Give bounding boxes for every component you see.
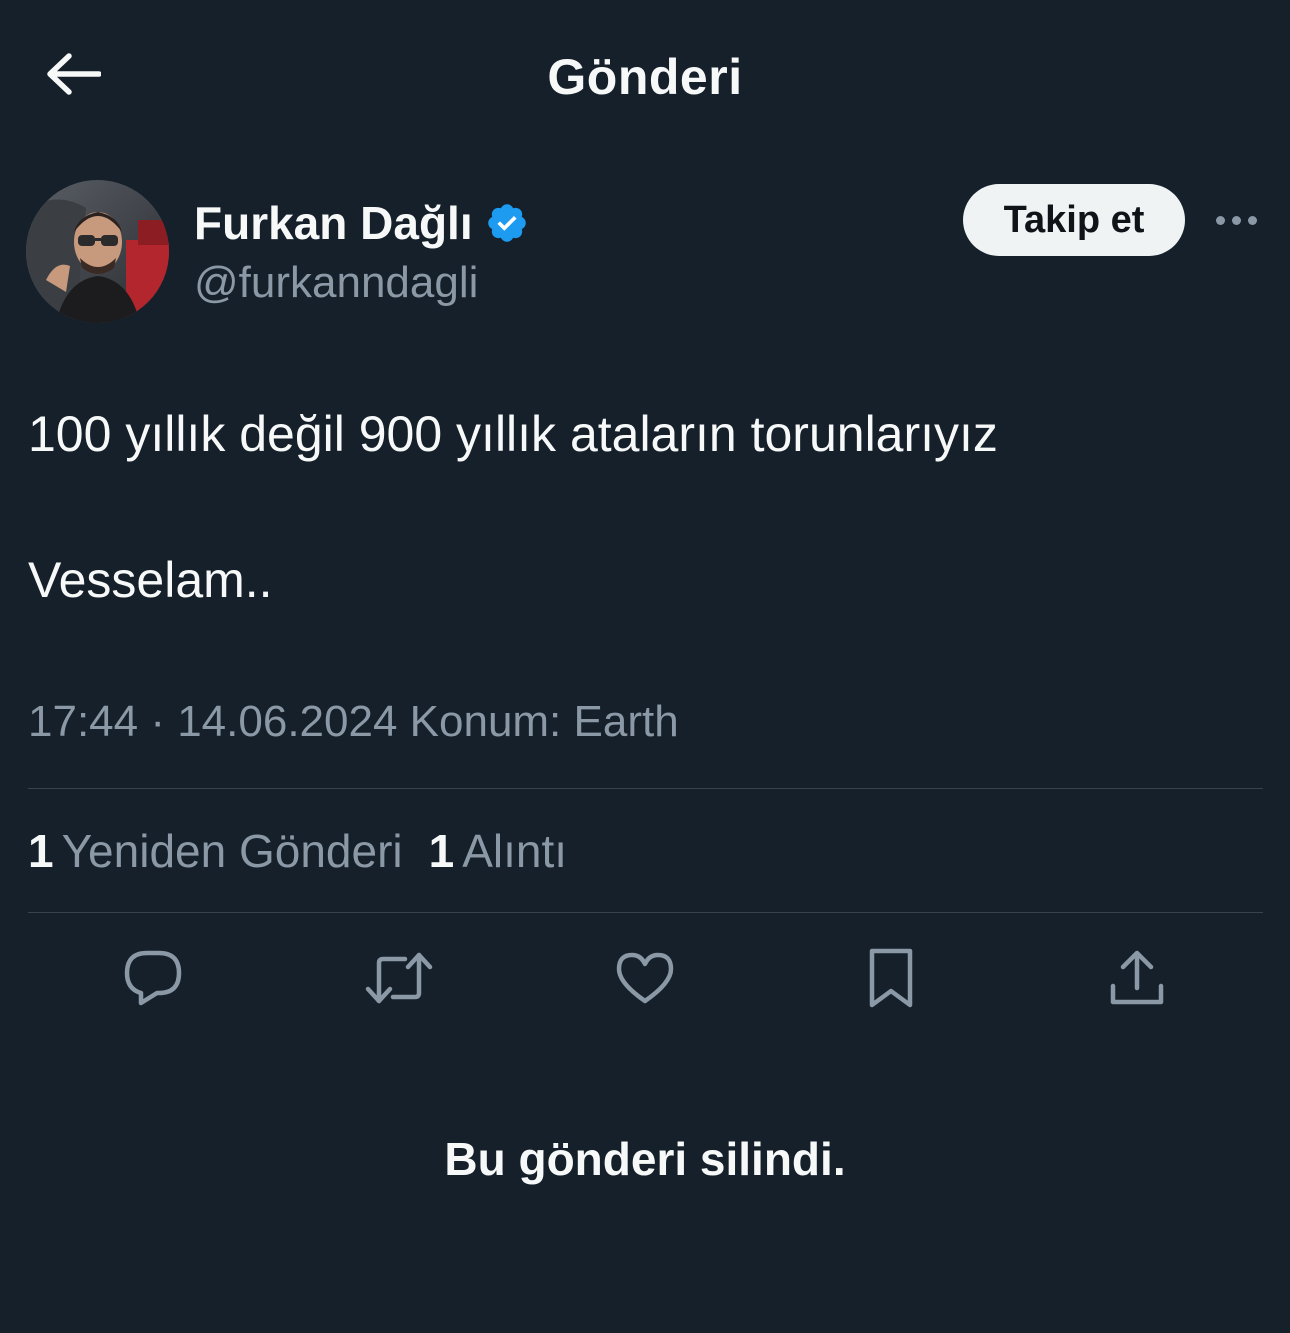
dot: [1231, 215, 1241, 225]
share-icon: [1108, 948, 1166, 1013]
deleted-notice: Bu gönderi silindi.: [444, 1133, 846, 1185]
top-bar: Gönderi: [0, 0, 1290, 150]
quote-count-label: Alıntı: [462, 825, 568, 877]
page-title: Gönderi: [547, 49, 743, 105]
follow-button[interactable]: Takip et: [963, 184, 1185, 256]
retweet-count[interactable]: 1 Yeniden Gönderi: [28, 824, 403, 878]
divider: [28, 912, 1263, 913]
retweet-button[interactable]: [364, 945, 434, 1015]
quote-count[interactable]: 1 Alıntı: [429, 824, 567, 878]
display-name-text: Furkan Dağlı: [194, 197, 473, 249]
bookmark-button[interactable]: [856, 945, 926, 1015]
tweet-timestamp[interactable]: 17:44 · 14.06.2024 Konum: Earth: [28, 697, 679, 747]
action-bar: [0, 945, 1290, 1020]
tweet-text-line-2: Vesselam..: [28, 552, 273, 608]
tweet-text-line-1: 100 yıllık değil 900 yıllık ataların tor…: [28, 406, 998, 462]
divider: [28, 788, 1263, 789]
handle[interactable]: @furkanndagli: [194, 258, 478, 308]
ellipsis-icon[interactable]: [1206, 200, 1266, 240]
reply-button[interactable]: [118, 945, 188, 1015]
dot: [1247, 215, 1257, 225]
retweet-count-label: Yeniden Gönderi: [61, 825, 403, 877]
bookmark-icon: [867, 947, 915, 1014]
display-name[interactable]: Furkan Dağlı: [194, 196, 529, 250]
dot: [1215, 215, 1225, 225]
share-button[interactable]: [1102, 945, 1172, 1015]
retweet-icon: [365, 951, 433, 1010]
verified-badge-icon[interactable]: [485, 201, 529, 245]
avatar[interactable]: [26, 180, 169, 323]
reply-icon: [123, 949, 183, 1012]
heart-icon: [615, 951, 675, 1010]
like-button[interactable]: [610, 945, 680, 1015]
tweet-author: Furkan Dağlı @furkanndagli Takip et: [26, 180, 1266, 325]
retweet-count-number: 1: [28, 825, 54, 877]
tweet-stats: 1 Yeniden Gönderi 1 Alıntı: [28, 824, 593, 878]
quote-count-number: 1: [428, 825, 455, 877]
